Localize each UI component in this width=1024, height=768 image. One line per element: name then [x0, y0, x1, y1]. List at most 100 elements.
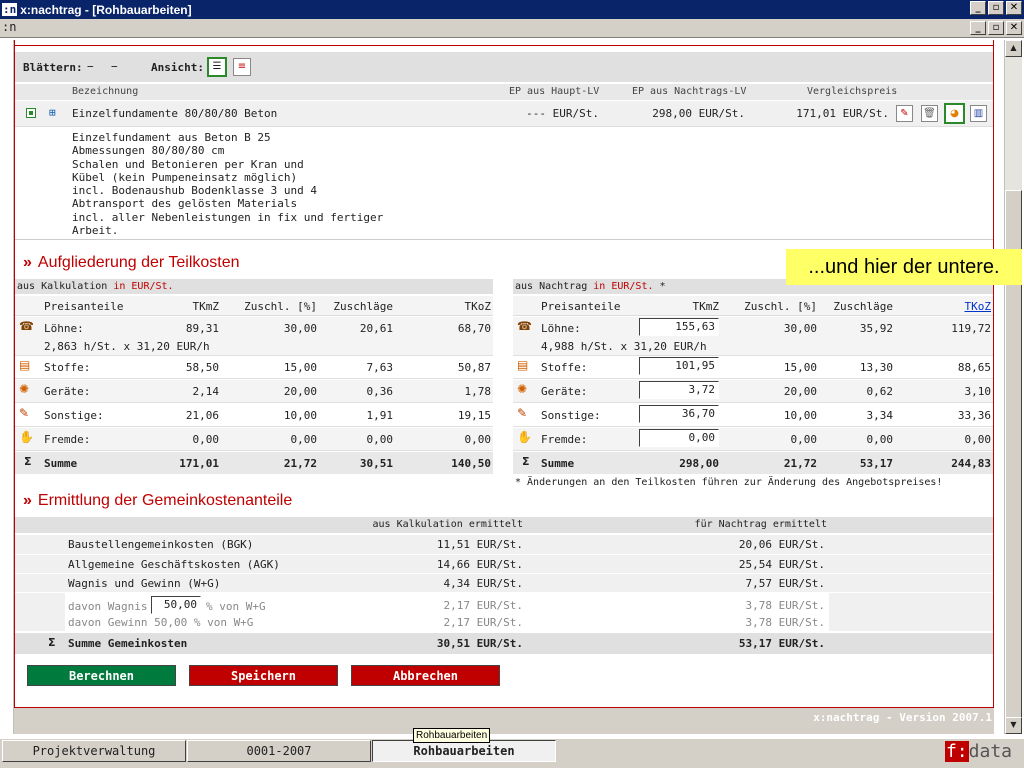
col-ep-nachtrag: EP aus Nachtrags-LV	[632, 86, 747, 97]
zuschl-value: 10,00	[283, 409, 317, 422]
view-detail-icon[interactable]: ☰	[207, 57, 227, 77]
col-preisanteile: Preisanteile	[541, 300, 621, 313]
gk-label: Allgemeine Geschäftskosten (AGK)	[68, 558, 280, 571]
teilkosten-row: ☎ Löhne: 89,31 30,00 20,61 68,70 2,863 h/St. x…	[15, 317, 493, 356]
position-row[interactable]: ⊞ Einzelfundamente 80/80/80 Beton --- EU…	[15, 101, 993, 127]
doc-close-button[interactable]: ✕	[1006, 21, 1022, 35]
annotation-callout: ...und hier der untere.	[786, 249, 1022, 285]
tkmz-value: 2,14	[192, 385, 220, 398]
zuschlaege-value: 0,00	[366, 433, 394, 446]
tkoz-value: 1,78	[464, 385, 492, 398]
edit-icon[interactable]: ✎	[896, 105, 913, 122]
zuschl-value: 20,00	[783, 385, 817, 398]
prev-button[interactable]: −	[87, 60, 94, 73]
description-line: Schalen und Betonieren per Kran und	[72, 157, 304, 171]
window-title: x:nachtrag - [Rohbauarbeiten]	[20, 2, 192, 17]
zuschl-value: 15,00	[283, 361, 317, 374]
left-frame	[0, 40, 14, 734]
vertical-scrollbar[interactable]: ▲ ▼	[1004, 40, 1022, 734]
zuschlaege-value: 13,30	[859, 361, 893, 374]
teilkosten-row: ☎ Löhne: 155,63 30,00 35,92 119,72 4,988 h/St.…	[513, 317, 993, 356]
teilkosten-label: Löhne:	[44, 322, 84, 335]
zuschl-value: 10,00	[783, 409, 817, 422]
gk-sum-nachtrag: 53,17 EUR/St.	[738, 637, 825, 650]
tkoz-value: 33,36	[957, 409, 991, 422]
sum-tkoz: 244,83	[951, 457, 991, 470]
speichern-button[interactable]: Speichern	[189, 665, 338, 686]
close-button[interactable]: ✕	[1006, 1, 1022, 15]
sigma-icon: Σ	[522, 455, 530, 468]
gk-sum-label: Summe Gemeinkosten	[68, 637, 188, 650]
teilkosten-row: ✋ Fremde: 0,00 0,00 0,00 0,00	[513, 428, 993, 451]
col-ep-haupt: EP aus Haupt-LV	[509, 86, 600, 97]
zuschl-value: 30,00	[283, 322, 317, 335]
view-compact-icon[interactable]: ≡	[233, 58, 251, 76]
scroll-down-icon[interactable]: ▼	[1005, 717, 1022, 734]
tkoz-value: 19,15	[457, 409, 491, 422]
version-text: x:nachtrag - Version 2007.1	[813, 711, 992, 724]
col-zuschl: Zuschl. [%]	[744, 300, 817, 313]
position-ep-haupt: --- EUR/St.	[526, 107, 599, 120]
tab-0001-2007[interactable]: 0001-2007	[187, 740, 371, 762]
tkmz-input[interactable]: 155,63	[639, 318, 719, 336]
wage-icon: ☎	[517, 319, 532, 333]
teilkosten-row: ✎ Sonstige: 21,06 10,00 1,91 19,15	[15, 404, 493, 427]
zuschl-value: 15,00	[783, 361, 817, 374]
tkmz-input[interactable]: 101,95	[639, 357, 719, 375]
gewinn-label: davon Gewinn 50,00 % von W+G	[68, 616, 254, 629]
view-toolbar: Blättern: − − Ansicht: ☰ ≡	[15, 52, 993, 82]
col-vergleich: Vergleichspreis	[807, 86, 898, 97]
col-tkoz-link[interactable]: TKoZ	[913, 300, 992, 313]
gk-row-wg: Wagnis und Gewinn (W+G) 4,34 EUR/St. 7,5…	[15, 573, 993, 592]
sigma-icon: Σ	[48, 636, 56, 649]
cut-header	[15, 40, 993, 46]
tkmz-input[interactable]: 36,70	[639, 405, 719, 423]
sum-label: Summe	[541, 457, 575, 470]
col-preisanteile: Preisanteile	[44, 300, 124, 313]
wage-icon: ☎	[19, 319, 34, 333]
menubar: :n _ ▫ ✕	[0, 19, 1024, 38]
tkoz-value: 88,65	[957, 361, 991, 374]
scroll-up-icon[interactable]: ▲	[1005, 40, 1022, 57]
blaettern-label: Blättern:	[23, 61, 83, 74]
position-select-icon[interactable]	[26, 108, 36, 118]
sum-zuschlaege: 53,17	[859, 457, 893, 470]
description-line: Einzelfundament aus Beton B 25	[72, 131, 271, 144]
teilkosten-row: ✋ Fremde: 0,00 0,00 0,00 0,00	[15, 428, 493, 451]
tab-rohbauarbeiten[interactable]: Rohbauarbeiten	[372, 740, 556, 762]
tkmz-value: 58,50	[185, 361, 219, 374]
tkmz-input[interactable]: 3,72	[639, 381, 719, 399]
description-line: Abmessungen 80/80/80 cm	[72, 144, 225, 158]
gk-sum-kalk: 30,51 EUR/St.	[436, 637, 523, 650]
sum-zuschl: 21,72	[283, 457, 317, 470]
tkmz-input[interactable]: 0,00	[639, 429, 719, 447]
tkoz-value: 119,72	[951, 322, 991, 335]
gemeinkosten-title: » Ermittlung der Gemeinkostenanteile	[23, 492, 293, 509]
col-bezeichnung: Bezeichnung	[72, 86, 139, 97]
other-icon: ✎	[517, 406, 528, 420]
next-button[interactable]: −	[111, 60, 118, 73]
doc-restore-button[interactable]: ▫	[988, 21, 1004, 35]
zuschlaege-value: 7,63	[366, 361, 394, 374]
position-expand-icon[interactable]: ⊞	[49, 106, 56, 119]
teilkosten-label: Löhne:	[541, 322, 581, 335]
teilkosten-label: Stoffe:	[44, 361, 91, 374]
abbrechen-button[interactable]: Abbrechen	[351, 665, 500, 686]
delete-icon[interactable]: 🗑	[921, 105, 938, 122]
zuschl-value: 0,00	[290, 433, 318, 446]
minimize-button[interactable]: _	[970, 1, 986, 15]
tkoz-value: 68,70	[457, 322, 491, 335]
pie-chart-icon[interactable]: ◕	[944, 103, 965, 124]
doc-minimize-button[interactable]: _	[970, 21, 986, 35]
gk-kalk: 11,51 EUR/St.	[436, 538, 523, 551]
wagnis-label: davon Wagnis	[68, 600, 148, 613]
wage-detail: 2,863 h/St. x 31,20 EUR/h	[44, 340, 210, 353]
gk-label: Wagnis und Gewinn (W+G)	[68, 577, 221, 590]
berechnen-button[interactable]: Berechnen	[27, 665, 176, 686]
maximize-button[interactable]: ▫	[988, 1, 1004, 15]
wagnis-input[interactable]: 50,00	[151, 596, 201, 614]
tkmz-value: 0,00	[192, 433, 220, 446]
left-table-caption: aus Kalkulation in EUR/St.	[15, 279, 493, 294]
tab-projektverwaltung[interactable]: Projektverwaltung	[2, 740, 186, 762]
bar-chart-icon[interactable]: ▥	[970, 105, 987, 122]
